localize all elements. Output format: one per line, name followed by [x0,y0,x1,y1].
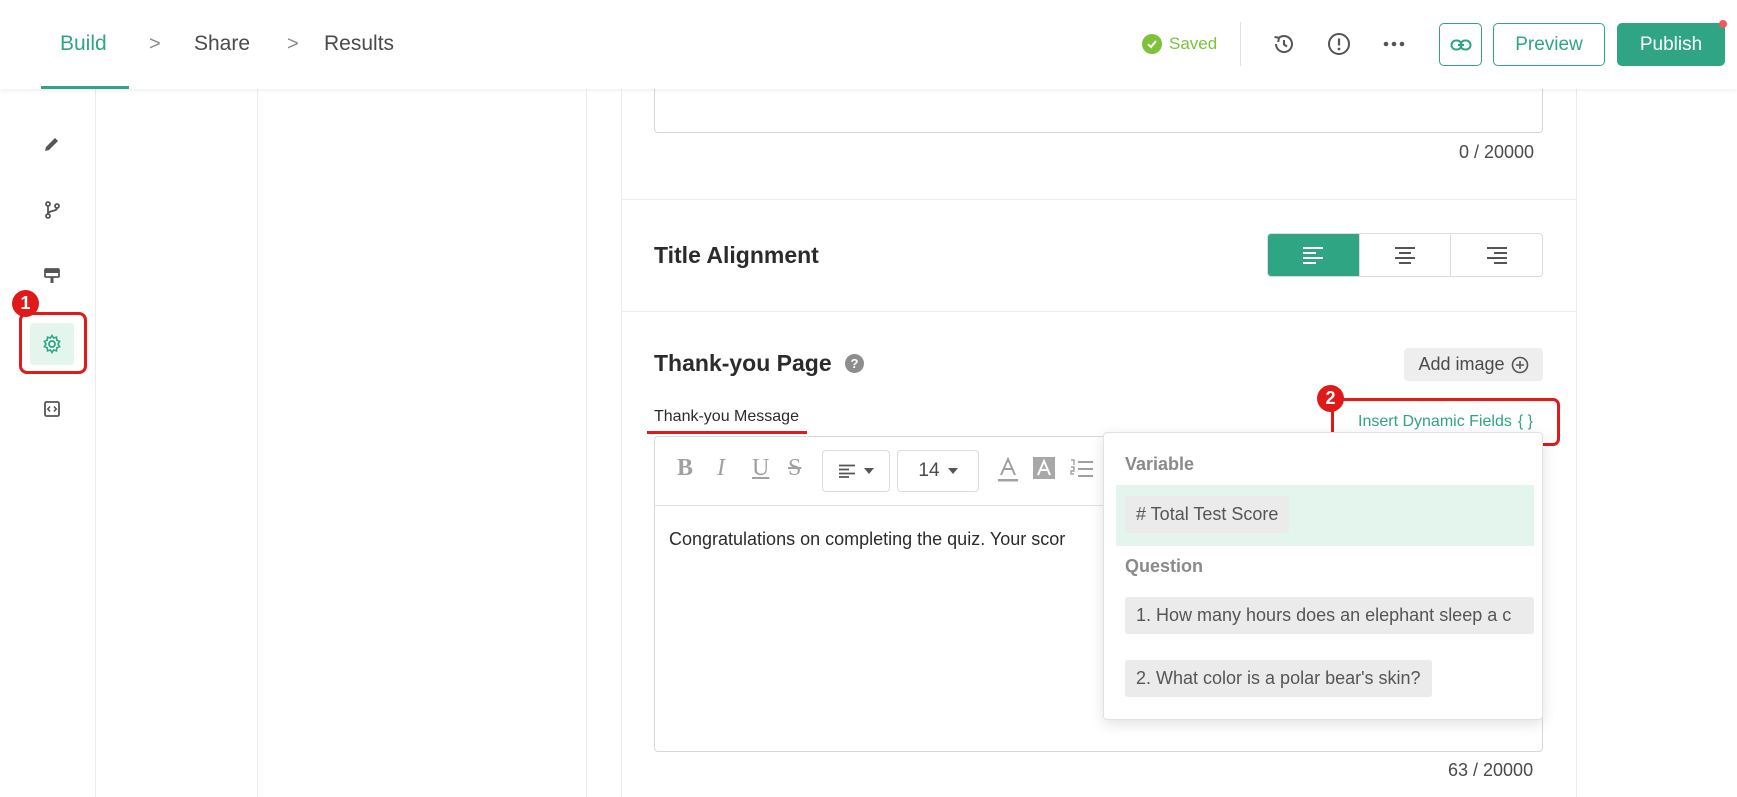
align-right-button[interactable] [1451,234,1542,276]
chevron-right-icon: > [149,33,161,55]
question-chip-2[interactable]: 2. What color is a polar bear's skin? [1125,660,1432,697]
bold-button[interactable]: B [677,455,693,482]
strikethrough-button[interactable]: S [788,455,801,482]
publish-button[interactable]: Publish [1617,23,1725,66]
underline-button[interactable]: U [752,455,769,482]
caret-down-icon [947,468,958,474]
font-size-select[interactable]: 14 [897,450,979,492]
saved-status: Saved [1142,34,1217,54]
previous-textarea[interactable] [654,89,1543,133]
saved-label: Saved [1169,34,1218,53]
add-image-label: Add image [1418,354,1505,374]
annotation-underline [647,431,807,434]
align-center-button[interactable] [1360,234,1452,276]
align-left-icon [839,464,855,478]
annotation-box-settings [19,312,87,374]
align-right-icon [1486,247,1507,264]
chevron-right-icon: > [287,33,299,55]
editor-content[interactable]: Congratulations on completing the quiz. … [669,529,1097,550]
align-left-button[interactable] [1268,234,1360,276]
message-char-counter: 63 / 20000 [1448,760,1534,780]
check-circle-icon [1142,34,1162,54]
italic-button[interactable]: I [717,455,725,482]
annotation-badge-2: 2 [1317,385,1344,412]
preview-button[interactable]: Preview [1493,23,1605,66]
copy-link-button[interactable] [1439,23,1482,66]
font-size-value: 14 [918,460,940,481]
title-alignment-label: Title Alignment [654,242,819,268]
tab-results[interactable]: Results [324,32,394,56]
thank-you-message-label: Thank-you Message [654,408,799,425]
code-icon[interactable] [36,393,68,425]
add-image-button[interactable]: Add image [1404,348,1543,381]
tab-build[interactable]: Build [60,32,107,56]
align-left-icon [1303,247,1324,264]
divider [1240,22,1241,66]
highlight-color-icon[interactable] [1033,457,1055,484]
insert-dynamic-fields-label: Insert Dynamic Fields [1358,413,1512,430]
branch-icon[interactable] [36,194,68,226]
title-alignment-group [1267,233,1543,277]
annotation-badge-1: 1 [12,290,39,317]
link-icon [1450,39,1471,50]
previous-char-counter: 0 / 20000 [1459,142,1535,162]
dynamic-fields-dropdown: Variable # Total Test Score Question 1. … [1103,432,1543,720]
variable-header: Variable [1125,454,1195,474]
divider [622,311,1576,312]
numbered-list-icon[interactable] [1070,459,1094,484]
align-center-icon [1395,247,1415,264]
caret-down-icon [864,468,874,474]
history-icon[interactable] [1268,28,1300,60]
notification-dot [1719,20,1727,28]
total-test-score-chip[interactable]: # Total Test Score [1125,496,1290,533]
question-chip-1[interactable]: 1. How many hours does an elephant sleep… [1125,597,1534,634]
question-list-column [258,89,587,797]
left-rail [0,89,96,797]
font-color-icon[interactable] [997,456,1019,488]
help-icon[interactable]: ? [845,354,864,373]
thank-you-page-title: Thank-you Page [654,350,832,376]
braces-icon: { } [1517,413,1533,430]
alert-icon[interactable] [1323,28,1355,60]
tab-share[interactable]: Share [194,32,250,56]
outline-column [96,89,258,797]
divider [622,199,1576,200]
more-icon[interactable] [1378,28,1410,60]
question-header: Question [1125,556,1204,576]
paint-icon[interactable] [36,260,68,292]
plus-circle-icon [1511,356,1528,373]
pencil-icon[interactable] [36,128,68,160]
active-tab-indicator [41,86,129,89]
paragraph-align-select[interactable] [822,450,890,492]
top-bar: Build > Share > Results Saved Preview Pu… [0,0,1737,89]
